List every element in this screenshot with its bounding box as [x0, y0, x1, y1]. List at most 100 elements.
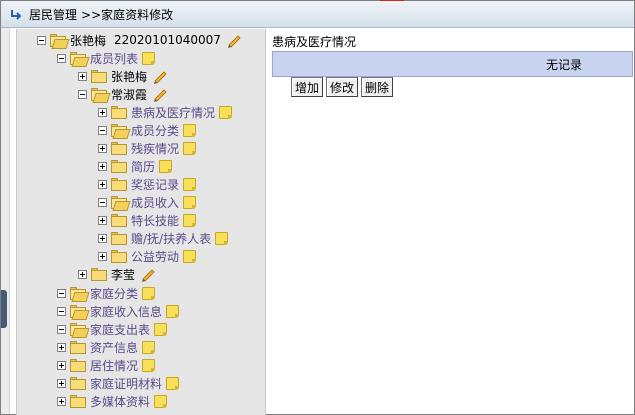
- tree-node-members[interactable]: 成员列表: [57, 49, 156, 67]
- note-icon[interactable]: [183, 249, 197, 263]
- section-title: 患病及医疗情况: [272, 35, 357, 49]
- note-icon[interactable]: [183, 177, 197, 191]
- expand-toggle-icon[interactable]: [78, 269, 87, 279]
- open-folder-icon: [111, 123, 127, 137]
- collapse-handle[interactable]: [1, 290, 7, 328]
- tree-node-member[interactable]: 常淑霞: [78, 85, 168, 103]
- note-icon[interactable]: [219, 105, 233, 119]
- note-icon[interactable]: [142, 358, 156, 372]
- note-icon[interactable]: [166, 304, 180, 318]
- family-item-label[interactable]: 家庭支出表: [89, 321, 151, 338]
- tree-node-family[interactable]: 家庭证明材料: [57, 374, 180, 392]
- expand-toggle-icon[interactable]: [57, 378, 66, 388]
- tree-node-family[interactable]: 资产信息: [57, 338, 156, 356]
- pencil-edit-icon[interactable]: [226, 32, 242, 48]
- tree-node-member[interactable]: 张艳梅: [78, 67, 168, 85]
- tree-node-family[interactable]: 家庭支出表: [57, 320, 168, 338]
- note-icon[interactable]: [154, 394, 168, 408]
- tree-node-record[interactable]: 公益劳动: [98, 247, 197, 265]
- expand-toggle-icon[interactable]: [98, 107, 107, 117]
- note-icon[interactable]: [183, 213, 197, 227]
- note-icon[interactable]: [166, 376, 180, 390]
- record-label[interactable]: 简历: [130, 158, 156, 175]
- record-label[interactable]: 公益劳动: [130, 248, 180, 265]
- folder-icon: [111, 213, 127, 227]
- expand-toggle-icon[interactable]: [57, 342, 66, 352]
- folder-icon: [111, 249, 127, 263]
- edit-button[interactable]: 修改: [326, 77, 359, 97]
- family-item-label[interactable]: 家庭收入信息: [89, 303, 163, 320]
- expand-toggle-icon[interactable]: [98, 251, 107, 261]
- record-label[interactable]: 成员收入: [130, 194, 180, 211]
- detail-panel: 患病及医疗情况 无记录 增加 修改 删除: [268, 29, 634, 414]
- folder-icon: [70, 340, 86, 354]
- members-folder-label[interactable]: 成员列表: [89, 50, 139, 67]
- family-tree: 张艳梅 22020101040007 成员列表 张艳梅 常淑霞 患病及医疗情况 …: [16, 29, 266, 415]
- member-name[interactable]: 常淑霞: [110, 86, 148, 103]
- family-item-label[interactable]: 多媒体资料: [89, 393, 151, 410]
- record-label[interactable]: 患病及医疗情况: [130, 104, 216, 121]
- note-icon[interactable]: [142, 340, 156, 354]
- expand-toggle-icon[interactable]: [98, 233, 107, 243]
- expand-toggle-icon[interactable]: [78, 71, 87, 81]
- tree-node-root[interactable]: 张艳梅 22020101040007: [37, 31, 242, 49]
- member-name[interactable]: 李莹: [110, 266, 136, 283]
- tree-node-record[interactable]: 成员分类: [98, 121, 197, 139]
- tree-node-record[interactable]: 患病及医疗情况: [98, 103, 233, 121]
- record-label[interactable]: 特长技能: [130, 212, 180, 229]
- title-bar: 居民管理 >>家庭资料修改: [1, 1, 634, 28]
- note-icon[interactable]: [159, 159, 173, 173]
- note-icon[interactable]: [215, 231, 229, 245]
- expand-toggle-icon[interactable]: [57, 396, 66, 406]
- tree-node-family[interactable]: 家庭收入信息: [57, 302, 180, 320]
- pencil-edit-icon[interactable]: [152, 86, 168, 102]
- collapse-toggle-icon[interactable]: [98, 125, 107, 135]
- family-item-label[interactable]: 资产信息: [89, 339, 139, 356]
- collapse-toggle-icon[interactable]: [78, 89, 87, 99]
- tree-node-record[interactable]: 简历: [98, 157, 173, 175]
- tree-node-family[interactable]: 多媒体资料: [57, 392, 168, 410]
- tree-node-record[interactable]: 残疾情况: [98, 139, 197, 157]
- collapse-toggle-icon[interactable]: [57, 324, 66, 334]
- note-icon[interactable]: [183, 195, 197, 209]
- family-item-label[interactable]: 家庭证明材料: [89, 375, 163, 392]
- tree-node-record[interactable]: 成员收入: [98, 193, 197, 211]
- root-name[interactable]: 张艳梅: [69, 32, 107, 49]
- family-item-label[interactable]: 居住情况: [89, 357, 139, 374]
- tree-node-record[interactable]: 赡/抚/扶养人表: [98, 229, 229, 247]
- collapse-toggle-icon[interactable]: [37, 35, 46, 45]
- tree-node-family[interactable]: 家庭分类: [57, 284, 156, 302]
- record-label[interactable]: 赡/抚/扶养人表: [130, 230, 212, 247]
- tree-node-record[interactable]: 奖惩记录: [98, 175, 197, 193]
- record-label[interactable]: 成员分类: [130, 122, 180, 139]
- pencil-edit-icon[interactable]: [140, 266, 156, 282]
- family-item-label[interactable]: 家庭分类: [89, 285, 139, 302]
- folder-icon: [111, 141, 127, 155]
- expand-toggle-icon[interactable]: [98, 143, 107, 153]
- tree-node-record[interactable]: 特长技能: [98, 211, 197, 229]
- collapse-toggle-icon[interactable]: [57, 306, 66, 316]
- expand-toggle-icon[interactable]: [98, 179, 107, 189]
- collapse-toggle-icon[interactable]: [57, 53, 66, 63]
- expand-toggle-icon[interactable]: [57, 360, 66, 370]
- note-icon[interactable]: [142, 286, 156, 300]
- tree-node-member[interactable]: 李莹: [78, 265, 156, 283]
- record-label[interactable]: 奖惩记录: [130, 176, 180, 193]
- add-button[interactable]: 增加: [291, 77, 324, 97]
- expand-toggle-icon[interactable]: [98, 215, 107, 225]
- collapse-toggle-icon[interactable]: [98, 197, 107, 207]
- delete-button[interactable]: 删除: [361, 77, 394, 97]
- folder-icon: [111, 105, 127, 119]
- note-icon[interactable]: [154, 322, 168, 336]
- record-label[interactable]: 残疾情况: [130, 140, 180, 157]
- collapse-toggle-icon[interactable]: [57, 288, 66, 298]
- note-icon[interactable]: [142, 51, 156, 65]
- open-folder-icon: [111, 195, 127, 209]
- expand-toggle-icon[interactable]: [98, 161, 107, 171]
- pencil-edit-icon[interactable]: [152, 68, 168, 84]
- note-icon[interactable]: [183, 141, 197, 155]
- tree-node-family[interactable]: 居住情况: [57, 356, 156, 374]
- note-icon[interactable]: [183, 123, 197, 137]
- page-title: 居民管理: [29, 7, 78, 22]
- member-name[interactable]: 张艳梅: [110, 68, 148, 85]
